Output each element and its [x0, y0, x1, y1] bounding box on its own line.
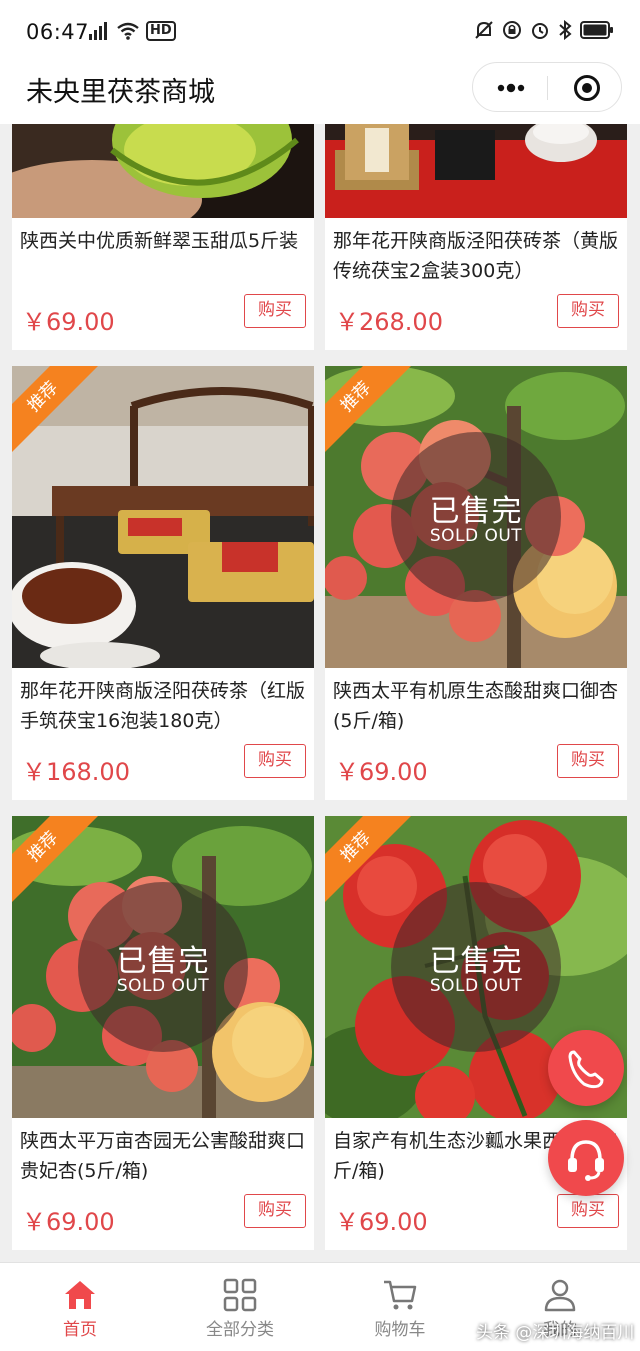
- product-card[interactable]: 陕西关中优质新鲜翠玉甜瓜5斤装 ￥69.00 购买: [12, 124, 314, 350]
- sold-out-label: 已售完: [116, 944, 210, 979]
- buy-button[interactable]: 购买: [244, 294, 306, 328]
- status-right-icons: [474, 20, 614, 40]
- page-title: 未央里茯茶商城: [26, 77, 215, 108]
- capsule-divider: [547, 76, 548, 100]
- status-time: 06:47: [26, 20, 90, 44]
- product-price: ￥268.00: [335, 308, 443, 336]
- product-name: 陕西关中优质新鲜翠玉甜瓜5斤装: [20, 230, 299, 252]
- product-price: ￥168.00: [22, 758, 130, 786]
- status-bar: 06:47 HD: [0, 0, 640, 62]
- home-icon: [65, 1281, 95, 1309]
- product-card[interactable]: 推荐 已售完 SOLD OUT 陕西太平有机原生态酸甜爽口御杏(5斤/箱) ￥6…: [325, 366, 627, 800]
- buy-button[interactable]: 购买: [557, 1194, 619, 1228]
- tab-cart[interactable]: 购物车: [320, 1263, 480, 1351]
- buy-button[interactable]: 购买: [244, 744, 306, 778]
- buy-button[interactable]: 购买: [557, 294, 619, 328]
- product-card[interactable]: 推荐 那年花开陕商版泾阳茯砖茶（红版手筑茯宝16泡装180克） ￥168.00 …: [12, 366, 314, 800]
- phone-icon: [568, 1050, 604, 1089]
- tab-label: 首页: [63, 1320, 97, 1340]
- bluetooth-icon: [559, 20, 572, 40]
- product-image: [12, 366, 314, 668]
- product-image: [12, 124, 314, 218]
- product-card[interactable]: 推荐 已售完 SOLD OUT 陕西太平万亩杏园无公害酸甜爽口贵妃杏(5斤/箱)…: [12, 816, 314, 1250]
- signal-icon: [89, 22, 107, 40]
- product-card[interactable]: 那年花开陕商版泾阳茯砖茶（黄版传统茯宝2盒装300克） ￥268.00 购买: [325, 124, 627, 350]
- product-image: [325, 124, 627, 218]
- product-price: ￥69.00: [335, 758, 428, 786]
- buy-button[interactable]: 购买: [244, 1194, 306, 1228]
- buy-button[interactable]: 购买: [557, 744, 619, 778]
- product-name: 陕西太平万亩杏园无公害酸甜爽口贵妃杏(5斤/箱): [20, 1130, 306, 1182]
- alarm-icon: [532, 23, 548, 39]
- sold-out-overlay: 已售完 SOLD OUT: [391, 882, 561, 1052]
- hd-icon: HD: [146, 21, 176, 41]
- grid-icon: [223, 1278, 257, 1312]
- product-name: 那年花开陕商版泾阳茯砖茶（红版手筑茯宝16泡装180克）: [20, 680, 306, 732]
- call-button[interactable]: [548, 1030, 624, 1106]
- product-name: 那年花开陕商版泾阳茯砖茶（黄版传统茯宝2盒装300克）: [333, 230, 619, 282]
- headset-icon: [568, 1140, 604, 1181]
- wifi-icon: [117, 22, 139, 40]
- sold-out-overlay: 已售完 SOLD OUT: [78, 882, 248, 1052]
- product-grid: 陕西关中优质新鲜翠玉甜瓜5斤装 ￥69.00 购买 那年花开陕商版泾阳茯砖茶（黄…: [0, 124, 640, 1262]
- title-bar: 未央里茯茶商城: [0, 62, 640, 124]
- tab-home[interactable]: 首页: [0, 1263, 160, 1351]
- sold-out-label-en: SOLD OUT: [116, 976, 210, 996]
- battery-icon: [580, 21, 613, 39]
- customer-service-button[interactable]: [548, 1120, 624, 1196]
- watermark: 头条 @深圳海纳百川: [476, 1323, 635, 1343]
- sold-out-overlay: 已售完 SOLD OUT: [391, 432, 561, 602]
- tab-categories[interactable]: 全部分类: [160, 1263, 320, 1351]
- more-icon[interactable]: [493, 75, 529, 101]
- sold-out-label-en: SOLD OUT: [429, 976, 523, 996]
- product-name: 陕西太平有机原生态酸甜爽口御杏(5斤/箱): [333, 680, 619, 732]
- tab-label: 全部分类: [206, 1320, 274, 1340]
- mini-program-capsule: [472, 62, 622, 112]
- close-target-icon[interactable]: [573, 74, 601, 102]
- product-price: ￥69.00: [22, 308, 115, 336]
- mute-bell-icon: [475, 21, 493, 39]
- sold-out-label: 已售完: [429, 944, 523, 979]
- sold-out-label: 已售完: [429, 494, 523, 529]
- cart-icon: [384, 1280, 417, 1310]
- product-price: ￥69.00: [335, 1208, 428, 1236]
- user-icon: [544, 1279, 576, 1312]
- sold-out-label-en: SOLD OUT: [429, 526, 523, 546]
- product-price: ￥69.00: [22, 1208, 115, 1236]
- status-left-icons: HD: [88, 20, 176, 42]
- tab-label: 购物车: [374, 1320, 426, 1340]
- lock-rotation-icon: [503, 21, 521, 39]
